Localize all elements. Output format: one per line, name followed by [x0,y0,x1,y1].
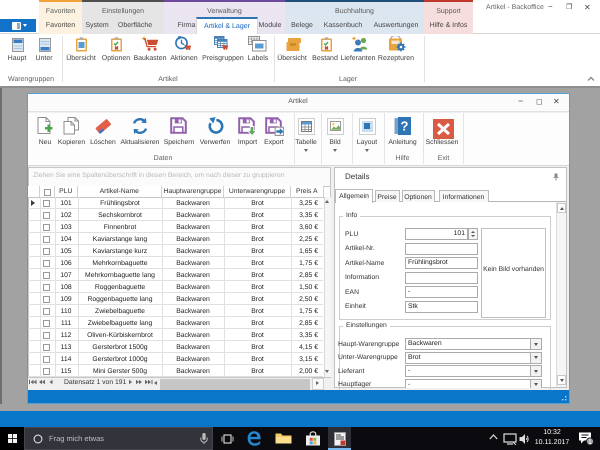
svg-text:1: 1 [588,439,592,446]
